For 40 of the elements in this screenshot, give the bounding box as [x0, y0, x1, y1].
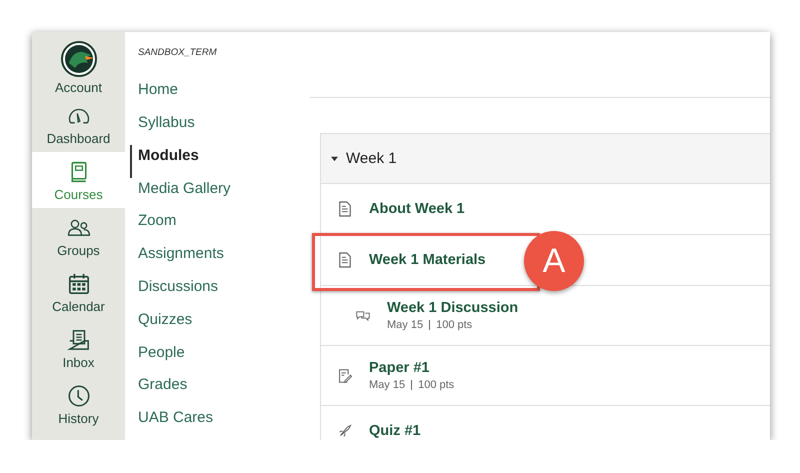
- global-nav-item[interactable]: History: [32, 376, 125, 432]
- global-nav-item[interactable]: Dashboard: [32, 96, 125, 152]
- course-nav-link[interactable]: UAB Cares: [130, 407, 310, 440]
- document-icon: [338, 252, 352, 268]
- avatar-icon[interactable]: [60, 40, 96, 76]
- course-nav-link[interactable]: Media Gallery: [130, 178, 310, 210]
- callout-badge: A: [524, 231, 584, 291]
- points-label: 100 pts: [436, 319, 472, 331]
- module-header[interactable]: Week 1: [321, 134, 770, 184]
- points-label: 100 pts: [418, 379, 454, 391]
- item-title-link[interactable]: Quiz #1: [369, 423, 421, 439]
- global-nav-item[interactable]: Calendar: [32, 264, 125, 320]
- module-title: Week 1: [346, 150, 397, 167]
- item-title-link[interactable]: Week 1 Discussion: [387, 300, 518, 316]
- item-title-link[interactable]: About Week 1: [369, 201, 465, 217]
- due-date: May 15: [369, 379, 406, 391]
- pencil-document-icon: [338, 368, 352, 384]
- course-nav-link[interactable]: Grades: [130, 374, 310, 408]
- rocket-icon: [338, 423, 352, 439]
- course-nav-link[interactable]: Quizzes: [130, 308, 310, 342]
- global-nav-item[interactable]: Groups: [32, 208, 125, 264]
- global-nav-item[interactable]: Inbox: [32, 320, 125, 376]
- global-nav-item[interactable]: Account: [32, 38, 125, 96]
- due-date: May 15: [387, 319, 424, 331]
- course-nav-link[interactable]: Zoom: [130, 210, 310, 244]
- inbox-icon: [66, 328, 90, 350]
- caret-icon[interactable]: [331, 155, 338, 162]
- document-icon: [338, 201, 352, 217]
- course-nav-link[interactable]: People: [130, 342, 310, 374]
- item-title-link[interactable]: Paper #1: [369, 360, 454, 376]
- course-nav-link[interactable]: Home: [130, 79, 310, 112]
- global-nav-item[interactable]: Courses: [32, 152, 125, 208]
- calendar-icon: [66, 272, 90, 294]
- course-nav-link[interactable]: Discussions: [130, 276, 310, 309]
- item-title-link[interactable]: Week 1 Materials: [369, 252, 486, 268]
- course-nav-link[interactable]: Modules: [130, 144, 310, 178]
- clock-icon: [66, 384, 90, 406]
- course-nav-link[interactable]: Assignments: [130, 243, 310, 276]
- term-label: SANDBOX_TERM: [138, 47, 218, 60]
- course-nav-link[interactable]: Syllabus: [130, 112, 310, 145]
